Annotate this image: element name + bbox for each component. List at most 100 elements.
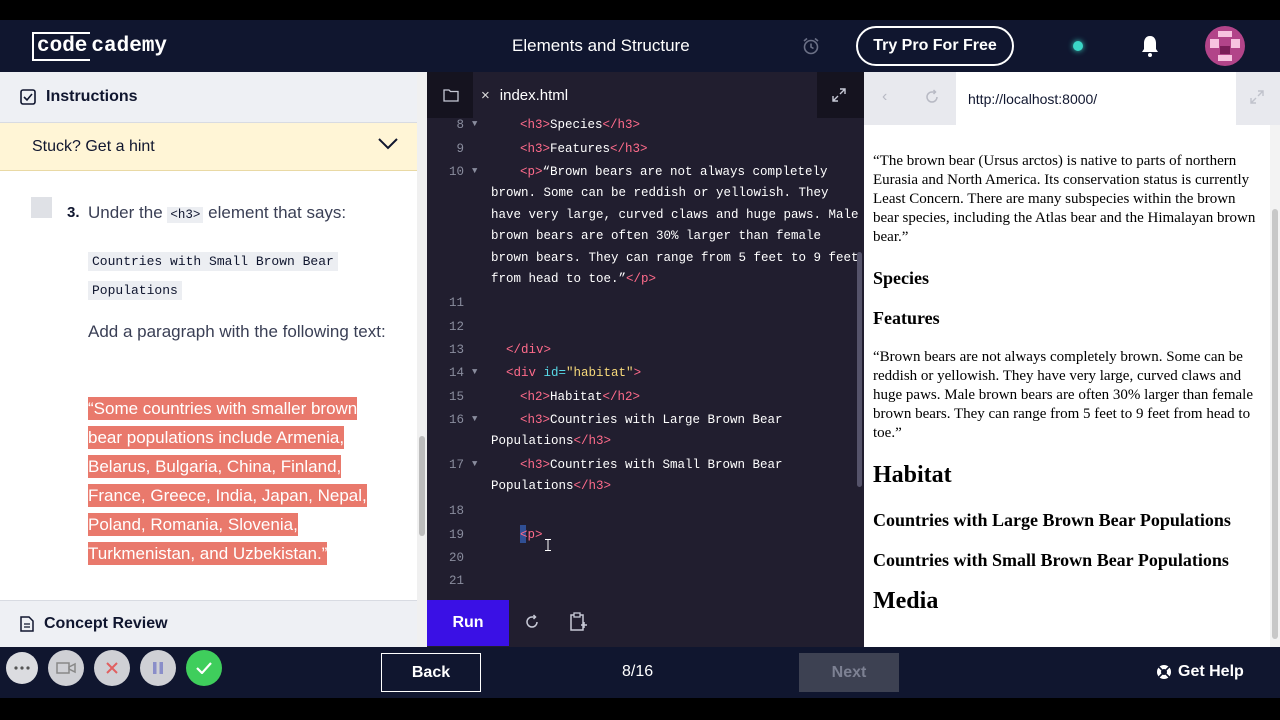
rendered-media-heading: Media [873,588,939,614]
inline-code-h3: <h3> [167,207,204,223]
rendered-small-heading: Countries with Small Brown Bear Populati… [873,550,1229,570]
line-number: 10 [448,165,464,179]
browser-toolbar: ‹ http://localhost:8000/ [864,72,1280,125]
line-number: 19 [448,528,464,542]
code-line-17-wrap: Populations</h3> [491,479,612,493]
browser-preview: ‹ http://localhost:8000/ “The brown bear… [864,72,1280,647]
rendered-features-text: “Brown bears are not always completely b… [873,349,1253,441]
checkmark-icon [196,662,212,674]
next-button[interactable]: Next [799,653,899,692]
code-line-10-wrap: from head to toe.”</p> [491,272,657,286]
document-icon [20,616,34,632]
line-number: 9 [456,142,464,156]
recorder-done-button[interactable] [186,650,222,686]
line-number: 14 [448,366,464,380]
instructions-panel: Instructions Stuck? Get a hint 3. Under … [0,72,427,647]
expand-icon[interactable] [1250,90,1264,104]
code-lines[interactable]: 8 9 10 11 12 13 14 15 16 17 18 19 20 21 … [427,118,864,600]
code-line-10-wrap: brown. Some can be reddish or yellowish.… [491,186,829,200]
tab-filename: index.html [499,86,569,104]
instructions-header[interactable]: Instructions [0,72,427,123]
scrollbar-thumb[interactable] [419,436,425,536]
rendered-features-heading: Features [873,308,940,328]
rendered-large-heading: Countries with Large Brown Bear Populati… [873,510,1231,530]
codecademy-logo[interactable]: code cademy [32,32,167,61]
fold-arrow-icon[interactable]: ▼ [472,367,477,377]
reset-icon[interactable] [524,614,540,630]
instructions-scrollbar[interactable] [417,72,427,647]
fold-arrow-icon[interactable]: ▼ [472,414,477,424]
line-number: 16 [448,413,464,427]
copy-to-clipboard-icon[interactable] [570,612,588,632]
bell-icon[interactable] [1139,34,1161,58]
fold-arrow-icon[interactable]: ▼ [472,459,477,469]
video-camera-icon [56,662,76,674]
line-number: 13 [448,343,464,357]
code-line-13: </div> [506,343,552,357]
expand-icon[interactable] [832,88,846,102]
recorder-more-button[interactable] [6,652,38,684]
url-bar[interactable]: http://localhost:8000/ [956,72,1236,125]
task-number: 3. [67,204,80,221]
top-header: code cademy Elements and Structure Try Pr… [0,20,1280,72]
status-dot [1073,41,1083,51]
reload-icon[interactable] [924,89,940,105]
fold-arrow-icon[interactable]: ▼ [472,119,477,129]
rendered-habitat-heading: Habitat [873,462,952,488]
task-instruction: Add a paragraph with the following text: [88,322,386,341]
line-number: 11 [448,296,464,310]
code-line-19: <p> [520,528,543,542]
line-number: 17 [448,458,464,472]
code-line-15: <h2>Habitat</h2> [520,390,641,404]
lifebuoy-icon [1157,665,1171,679]
concept-review-label: Concept Review [44,615,168,632]
rendered-species-heading: Species [873,268,929,288]
close-tab-icon[interactable]: × [481,87,490,104]
task-checkbox[interactable] [31,197,52,218]
back-button[interactable]: Back [381,653,481,692]
code-line-16: <h3>Countries with Large Brown Bear [520,413,783,427]
ibeam-cursor-icon [545,539,551,551]
rendered-page: “The brown bear (Ursus arctos) is native… [873,152,1265,615]
more-dots-icon [14,666,30,670]
recorder-pause-button[interactable] [140,650,176,686]
concept-review-button[interactable]: Concept Review [0,600,417,647]
line-number: 15 [448,390,464,404]
tab-index-html[interactable]: × index.html [473,72,817,118]
back-arrow-icon[interactable]: ‹ [882,88,887,106]
user-avatar[interactable] [1205,26,1245,66]
checklist-icon [20,89,36,105]
rendered-intro: “The brown bear (Ursus arctos) is native… [873,153,1256,245]
selected-paragraph-text[interactable]: “Some countries with smaller brown bear … [88,394,388,568]
folder-icon[interactable] [443,88,459,102]
code-line-10-wrap: brown bears are often 30% larger than fe… [491,229,822,243]
pause-icon [153,662,163,674]
code-line-9: <h3>Features</h3> [520,142,648,156]
hint-label: Stuck? Get a hint [32,137,155,155]
line-number: 12 [448,320,464,334]
code-line-14: <div id="habitat"> [506,366,642,380]
recorder-cancel-button[interactable] [94,650,130,686]
try-pro-button[interactable]: Try Pro For Free [856,26,1014,66]
fold-arrow-icon[interactable]: ▼ [472,166,477,176]
alarm-clock-icon[interactable] [801,36,821,56]
run-button[interactable]: Run [427,600,509,646]
scrollbar-thumb[interactable] [1272,209,1278,639]
instructions-title: Instructions [46,88,138,105]
chevron-down-icon [378,138,398,150]
editor-scrollbar[interactable] [857,252,862,487]
line-number: 21 [448,574,464,588]
editor-tab-bar: × index.html [427,72,864,118]
code-line-16-wrap: Populations</h3> [491,434,612,448]
code-line-10: <p>“Brown bears are not always completel… [520,165,828,179]
recorder-camera-button[interactable] [48,650,84,686]
line-number: 18 [448,504,464,518]
code-line-10-wrap: have very large, curved claws and huge p… [491,208,859,222]
code-editor: × index.html 8 9 10 11 12 13 14 15 16 17… [427,72,864,647]
editor-toolbar: Run [427,600,864,647]
preview-scrollbar[interactable] [1270,125,1280,647]
get-help-button[interactable]: Get Help [1156,663,1244,681]
code-snippet: Countries with Small Brown Bear Populati… [88,247,348,305]
code-line-17: <h3>Countries with Small Brown Bear [520,458,783,472]
hint-dropdown[interactable]: Stuck? Get a hint [0,123,427,171]
